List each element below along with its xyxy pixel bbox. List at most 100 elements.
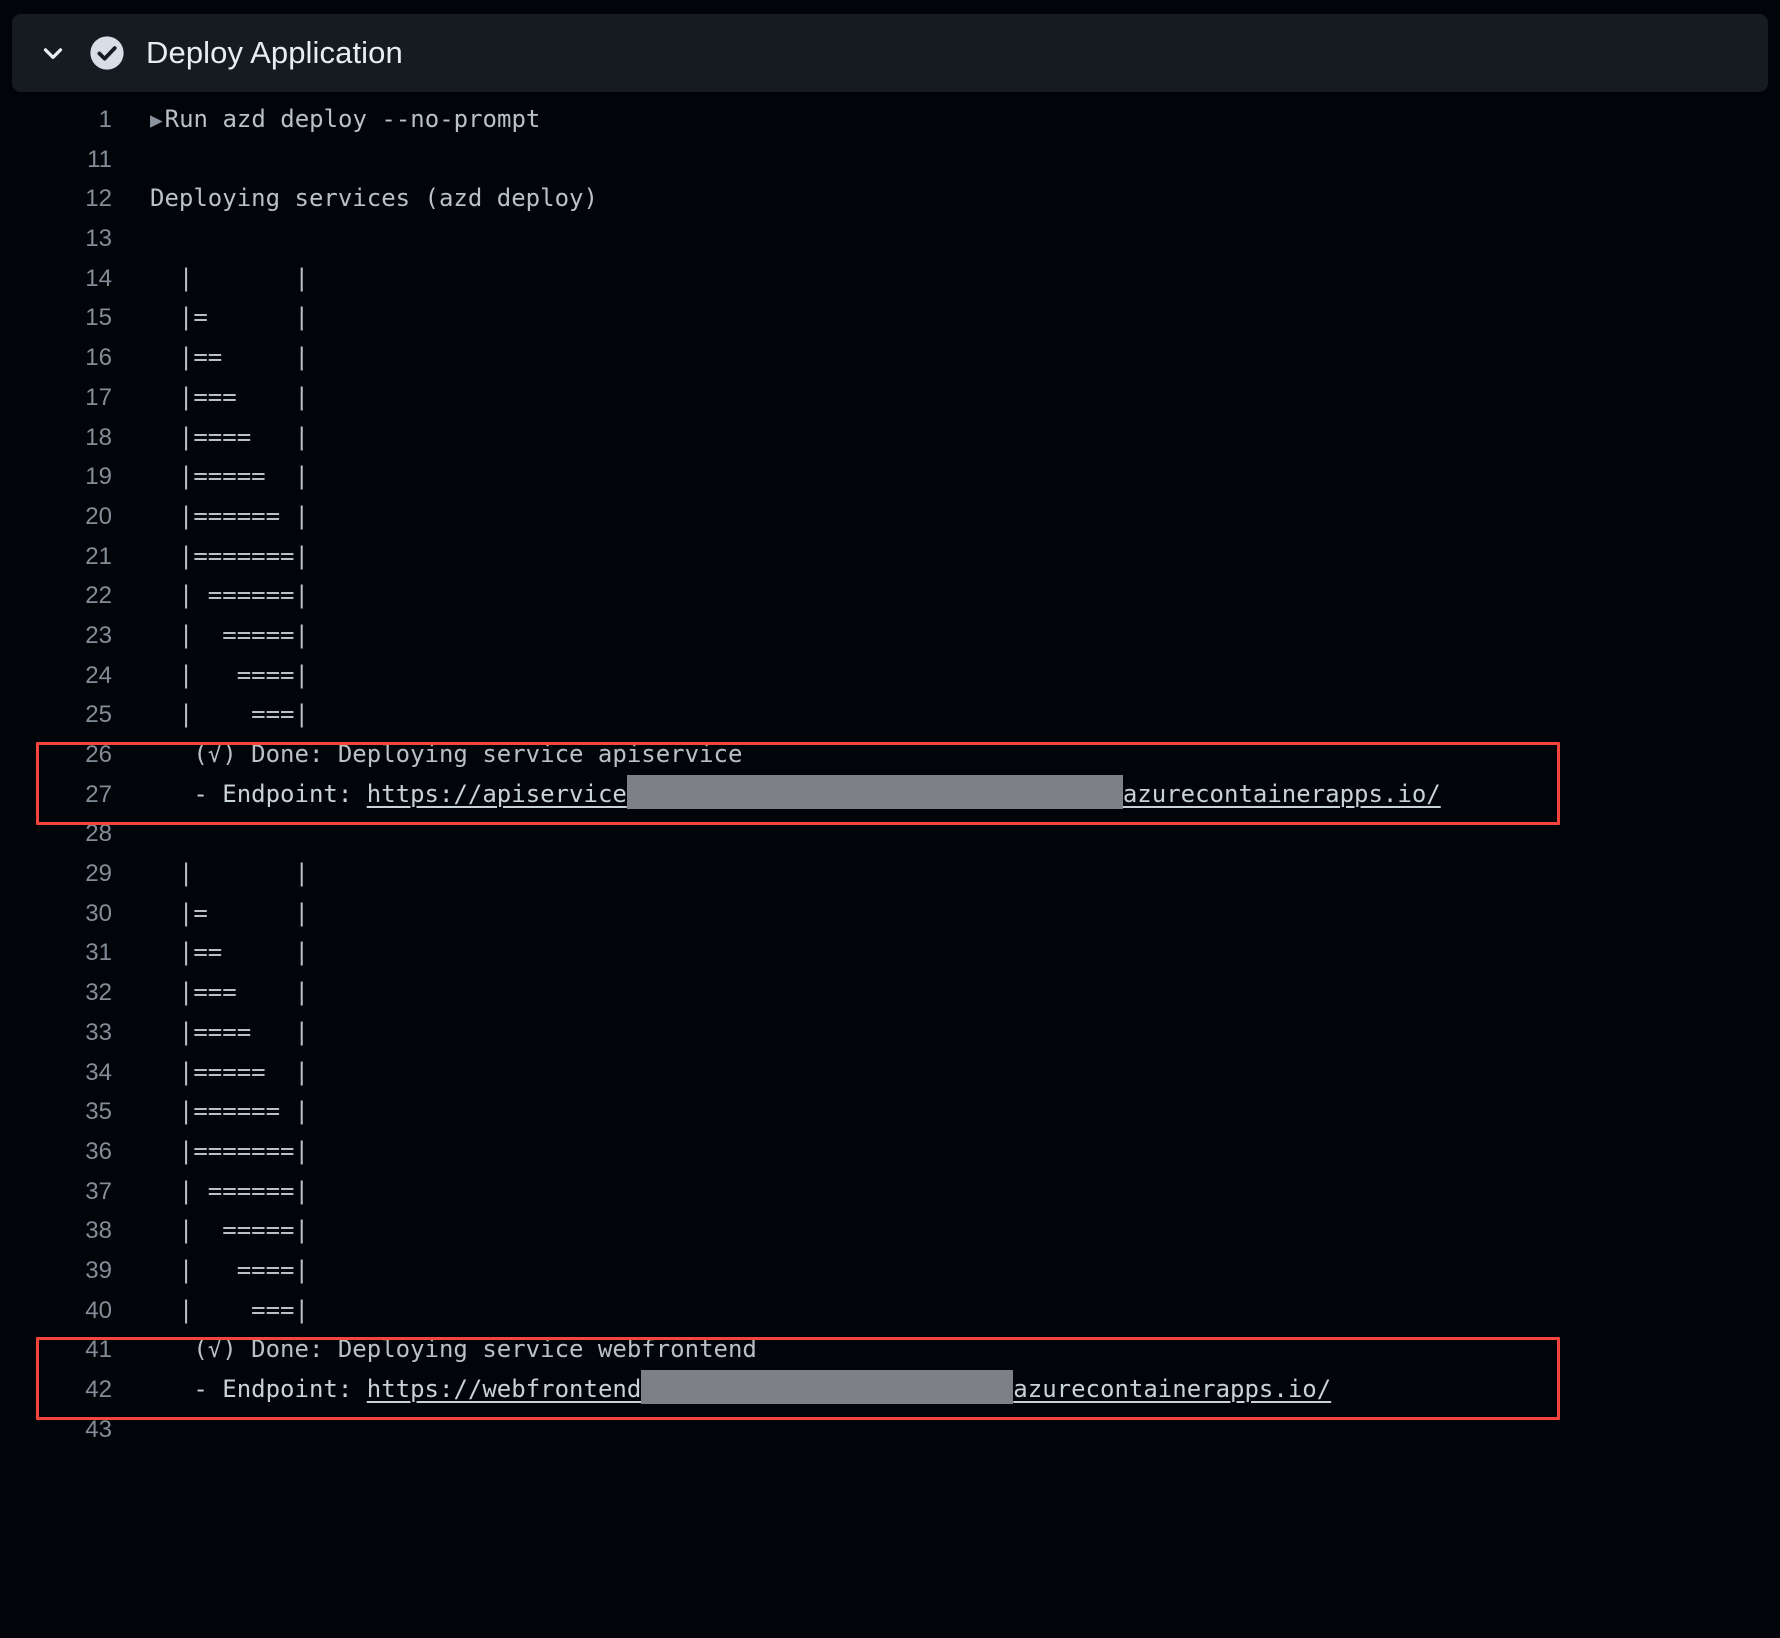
log-line: 30 |= | <box>0 894 1780 934</box>
log-line: 43 <box>0 1410 1780 1450</box>
log-line: 27 - Endpoint: https://apiservice azurec… <box>0 774 1780 815</box>
log-line: 17 |=== | <box>0 378 1780 418</box>
log-line-content: | ===| <box>112 695 1780 735</box>
log-line-number: 41 <box>85 1336 112 1364</box>
log-line-content: - Endpoint: https://webfrontend azurecon… <box>112 1370 1780 1410</box>
log-text: |== | <box>150 938 309 967</box>
log-text: |== | <box>150 343 309 372</box>
expand-step-triangle-icon[interactable]: ▶ <box>150 108 165 132</box>
redacted-url-segment <box>626 774 1123 809</box>
log-line-content: |=== | <box>112 973 1780 1013</box>
check-circle-icon <box>88 34 126 72</box>
log-text: |==== | <box>150 422 309 451</box>
log-text: |====== | <box>150 501 309 530</box>
log-line: 33 |==== | <box>0 1013 1780 1053</box>
log-line-number: 36 <box>85 1137 112 1165</box>
log-line: 24 | ====| <box>0 656 1780 696</box>
log-line: 18 |==== | <box>0 418 1780 458</box>
log-line: 19 |===== | <box>0 457 1780 497</box>
log-text: | ===| <box>150 700 309 729</box>
log-line-content: | | <box>112 259 1780 299</box>
endpoint-url-visible-start: https://apiservice <box>366 779 627 808</box>
log-text: |====== | <box>150 1097 309 1126</box>
endpoint-url-visible-start: https://webfrontend <box>366 1375 642 1403</box>
endpoint-url-visible-end: azurecontainerapps.io/ <box>1013 1375 1332 1403</box>
log-line: 1 ▶Run azd deploy --no-prompt <box>0 100 1780 140</box>
log-line: 11 <box>0 140 1780 180</box>
log-line: 38 | =====| <box>0 1211 1780 1251</box>
log-line-number: 22 <box>85 582 112 610</box>
log-text: | | <box>150 263 309 292</box>
log-text: | ====| <box>150 660 309 689</box>
log-line-number: 33 <box>85 1018 112 1046</box>
log-line-content: ▶Run azd deploy --no-prompt <box>112 100 1780 141</box>
log-line: 20 |====== | <box>0 497 1780 537</box>
log-line: 39 | ====| <box>0 1251 1780 1291</box>
log-line-content: |=======| <box>112 1132 1780 1172</box>
log-text: |=======| <box>150 1136 309 1165</box>
chevron-down-icon[interactable] <box>36 36 70 70</box>
log-line: 22 | ======| <box>0 576 1780 616</box>
log-line-content: |=== | <box>112 378 1780 418</box>
log-line-content: | =====| <box>112 1211 1780 1251</box>
log-line-content: |= | <box>112 894 1780 934</box>
log-line-content: |== | <box>112 933 1780 973</box>
log-line-content: Deploying services (azd deploy) <box>112 179 1780 219</box>
log-line-number: 27 <box>85 780 112 808</box>
log-line-number: 23 <box>85 621 112 649</box>
log-text: (√) Done: Deploying service apiservice <box>150 740 743 768</box>
endpoint-url-visible-end: azurecontainerapps.io/ <box>1122 779 1441 808</box>
page-title: Deploy Application <box>146 35 403 70</box>
log-line-number: 43 <box>85 1415 112 1443</box>
log-line-content: | ====| <box>112 1251 1780 1291</box>
log-line: 34 |===== | <box>0 1053 1780 1093</box>
log-line: 42 - Endpoint: https://webfrontend azure… <box>0 1370 1780 1410</box>
log-text: | | <box>150 859 309 888</box>
log-line: 37 | ======| <box>0 1172 1780 1212</box>
log-line-content: | ===| <box>112 1291 1780 1331</box>
log-line: 14 | | <box>0 259 1780 299</box>
log-line-number: 31 <box>85 939 112 967</box>
log-line: 36 |=======| <box>0 1132 1780 1172</box>
log-text: |=======| <box>150 541 309 570</box>
log-line: 21 |=======| <box>0 537 1780 577</box>
log-line: 31 |== | <box>0 933 1780 973</box>
log-line-content: | ======| <box>112 576 1780 616</box>
log-line-number: 17 <box>85 383 112 411</box>
log-line-content: |=======| <box>112 537 1780 577</box>
log-text: |= | <box>150 303 309 332</box>
log-line-number: 28 <box>85 820 112 848</box>
log-output[interactable]: 1 ▶Run azd deploy --no-prompt 11 12 Deployin… <box>0 100 1780 1449</box>
log-line-number: 16 <box>85 344 112 372</box>
log-line-number: 21 <box>85 542 112 570</box>
log-line-number: 35 <box>85 1098 112 1126</box>
log-text: | ======| <box>150 581 309 610</box>
log-line-number: 34 <box>85 1058 112 1086</box>
log-line-number: 26 <box>85 741 112 768</box>
log-line-number: 29 <box>85 860 112 888</box>
log-line-content: |==== | <box>112 1013 1780 1053</box>
log-line-content: | | <box>112 854 1780 894</box>
log-text: (√) Done: Deploying service webfrontend <box>150 1335 757 1364</box>
log-line-number: 37 <box>85 1177 112 1205</box>
log-text: | ===| <box>150 1295 309 1324</box>
job-header[interactable]: Deploy Application <box>12 14 1768 92</box>
endpoint-label: - Endpoint: <box>150 779 367 808</box>
log-text: |= | <box>150 898 309 927</box>
log-line-content: |====== | <box>112 1092 1780 1132</box>
log-line: 13 <box>0 219 1780 259</box>
log-line: 28 <box>0 814 1780 854</box>
log-line: 41 (√) Done: Deploying service webfronte… <box>0 1330 1780 1370</box>
log-line: 12 Deploying services (azd deploy) <box>0 179 1780 219</box>
log-line-number: 12 <box>85 185 112 213</box>
log-line: 16 |== | <box>0 338 1780 378</box>
log-text: Deploying services (azd deploy) <box>150 184 598 213</box>
log-text: | ====| <box>150 1255 309 1284</box>
endpoint-url-link[interactable]: https://apiservice azurecontainerapps.io… <box>366 774 1441 809</box>
log-line-content: | ====| <box>112 656 1780 696</box>
endpoint-url-link[interactable]: https://webfrontend azurecontainerapps.i… <box>366 1370 1332 1404</box>
log-line: 23 | =====| <box>0 616 1780 656</box>
log-text: Run azd deploy --no-prompt <box>164 104 541 133</box>
log-line-number: 39 <box>85 1256 112 1284</box>
log-text: |===== | <box>150 1057 309 1086</box>
